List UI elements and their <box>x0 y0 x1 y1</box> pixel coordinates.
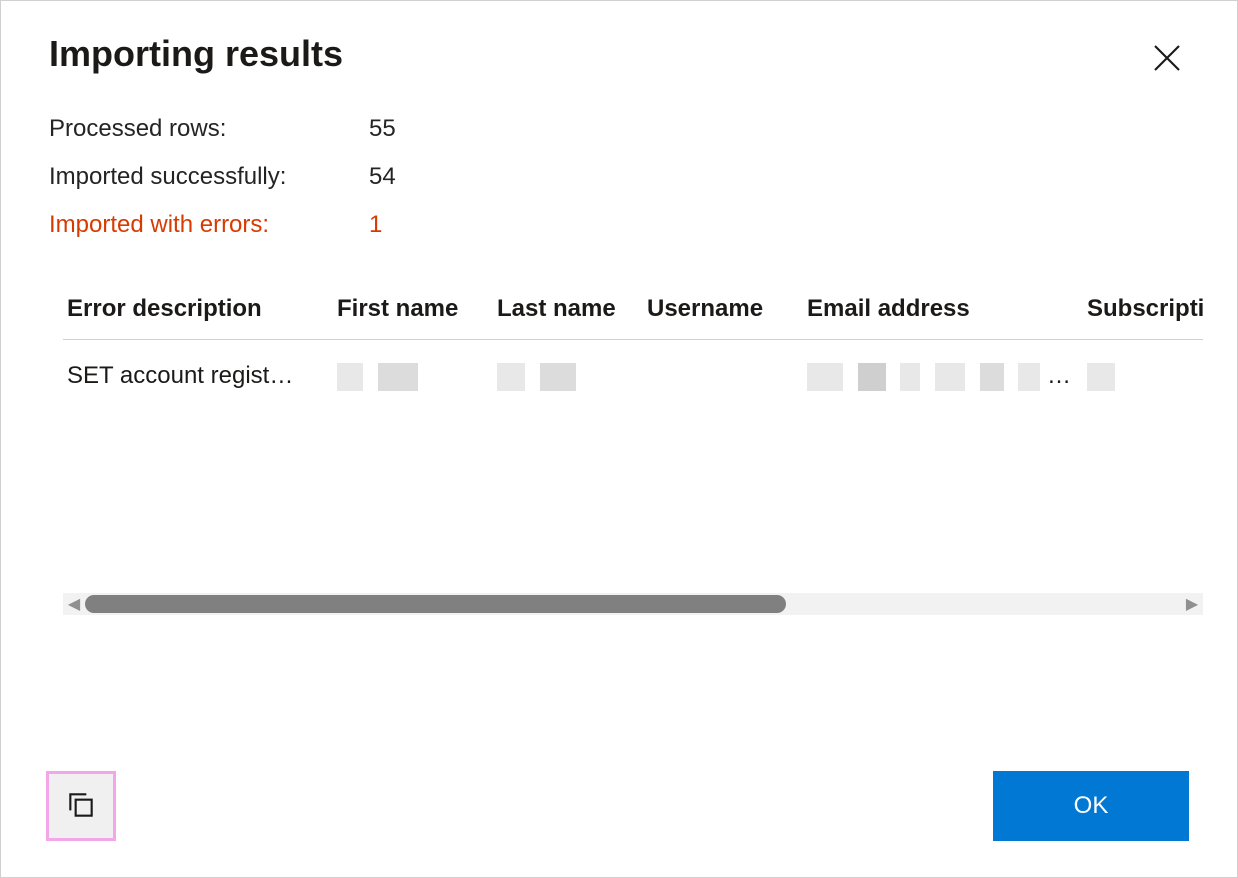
table-row[interactable]: SET account regist… <box>63 340 1203 413</box>
scroll-right-icon[interactable]: ▶ <box>1181 593 1203 615</box>
scrollbar-thumb[interactable] <box>85 595 786 613</box>
copy-button[interactable] <box>49 774 113 838</box>
col-error-description[interactable]: Error description <box>63 287 333 340</box>
horizontal-scrollbar[interactable]: ◀ ▶ <box>63 593 1203 615</box>
imported-errors-value: 1 <box>369 211 1189 239</box>
imported-success-label: Imported successfully: <box>49 163 369 191</box>
scrollbar-track[interactable] <box>85 593 1181 615</box>
ok-button[interactable]: OK <box>993 771 1189 841</box>
col-username[interactable]: Username <box>643 287 803 340</box>
processed-rows-value: 55 <box>369 115 1189 143</box>
col-first-name[interactable]: First name <box>333 287 493 340</box>
table-header-row: Error description First name Last name U… <box>63 287 1203 340</box>
close-icon <box>1149 40 1185 79</box>
scroll-left-icon[interactable]: ◀ <box>63 593 85 615</box>
processed-rows-label: Processed rows: <box>49 115 369 143</box>
dialog-title: Importing results <box>49 33 1189 75</box>
col-last-name[interactable]: Last name <box>493 287 643 340</box>
errors-table: Error description First name Last name U… <box>63 287 1203 413</box>
import-stats: Processed rows: 55 Imported successfully… <box>49 115 1189 239</box>
cell-email-address <box>803 340 1083 413</box>
close-button[interactable] <box>1145 37 1189 81</box>
copy-icon <box>65 789 97 824</box>
import-results-dialog: Importing results Processed rows: 55 Imp… <box>0 0 1238 878</box>
cell-first-name <box>333 340 493 413</box>
cell-last-name <box>493 340 643 413</box>
cell-username <box>643 340 803 413</box>
dialog-footer: OK <box>49 771 1189 841</box>
col-subscription[interactable]: Subscription <box>1083 287 1203 340</box>
imported-success-value: 54 <box>369 163 1189 191</box>
imported-errors-label: Imported with errors: <box>49 211 369 239</box>
col-email-address[interactable]: Email address <box>803 287 1083 340</box>
cell-error-description: SET account regist… <box>63 340 333 413</box>
cell-subscription <box>1083 340 1203 413</box>
